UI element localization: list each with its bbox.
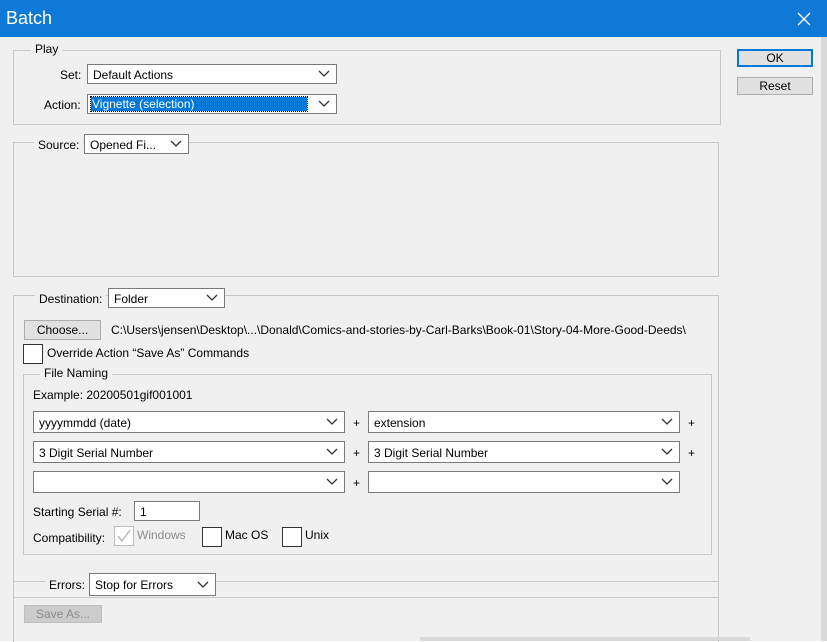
plus-sign: + (688, 416, 696, 430)
set-dropdown[interactable]: Default Actions (87, 64, 337, 84)
macos-checkbox[interactable] (202, 527, 222, 547)
source-label: Source: (34, 138, 84, 152)
window-edge (821, 37, 827, 641)
errors-dropdown[interactable]: Stop for Errors (89, 573, 216, 596)
naming-row1-left-value: yyyymmdd (date) (39, 416, 132, 430)
chevron-down-icon (206, 294, 218, 301)
windows-checkbox[interactable] (114, 526, 134, 546)
chevron-down-icon (318, 100, 330, 107)
errors-label: Errors: (45, 578, 89, 592)
destination-path: C:\Users\jensen\Desktop\...\Donald\Comic… (111, 323, 686, 337)
reset-button[interactable]: Reset (737, 77, 813, 95)
ok-button[interactable]: OK (737, 49, 813, 67)
close-icon (797, 12, 811, 25)
chevron-down-icon (197, 581, 209, 588)
source-dropdown[interactable]: Opened Fi... (84, 134, 189, 154)
naming-row2-left-dropdown[interactable]: 3 Digit Serial Number (33, 441, 345, 463)
windows-label: Windows (137, 528, 186, 542)
file-naming-legend: File Naming (40, 366, 113, 380)
background-window-edge (420, 637, 750, 641)
chevron-down-icon (326, 448, 338, 455)
action-label: Action: (44, 98, 81, 112)
chevron-down-icon (326, 478, 338, 485)
choose-button[interactable]: Choose... (24, 320, 101, 340)
unix-checkbox[interactable] (282, 527, 302, 547)
source-value: Opened Fi... (90, 138, 157, 152)
action-dropdown[interactable]: Vignette (selection) (87, 94, 337, 114)
naming-row2-right-dropdown[interactable]: 3 Digit Serial Number (368, 441, 680, 463)
action-value: Vignette (selection) (90, 96, 308, 112)
starting-serial-label: Starting Serial #: (33, 505, 122, 519)
naming-row3-right-dropdown[interactable] (368, 471, 680, 493)
dialog-body: Play Set: Default Actions Action: Vignet… (0, 37, 827, 642)
naming-row1-left-dropdown[interactable]: yyyymmdd (date) (33, 411, 345, 433)
naming-row1-right-value: extension (374, 416, 426, 430)
naming-row2-left-value: 3 Digit Serial Number (39, 446, 154, 460)
set-label: Set: (60, 68, 82, 82)
starting-serial-value: 1 (140, 505, 147, 519)
compatibility-label: Compatibility: (33, 531, 106, 545)
naming-row1-right-dropdown[interactable]: extension (368, 411, 680, 433)
source-group (13, 142, 719, 277)
chevron-down-icon (170, 140, 182, 147)
close-button[interactable] (781, 0, 827, 37)
plus-sign: + (353, 416, 361, 430)
set-value: Default Actions (93, 68, 174, 82)
override-save-as-label: Override Action “Save As” Commands (47, 346, 250, 360)
starting-serial-input[interactable]: 1 (134, 501, 200, 521)
chevron-down-icon (661, 478, 673, 485)
file-naming-example: Example: 20200501gif001001 (33, 388, 193, 402)
play-legend: Play (31, 42, 63, 56)
destination-label: Destination: (35, 292, 107, 306)
macos-label: Mac OS (225, 528, 269, 542)
chevron-down-icon (661, 448, 673, 455)
destination-dropdown[interactable]: Folder (108, 288, 225, 308)
destination-value: Folder (114, 292, 149, 306)
plus-sign: + (688, 446, 696, 460)
unix-label: Unix (305, 528, 330, 542)
naming-row3-left-dropdown[interactable] (33, 471, 345, 493)
errors-value: Stop for Errors (95, 578, 174, 592)
window-title: Batch (6, 8, 53, 28)
title-bar: Batch (0, 0, 827, 37)
override-save-as-checkbox[interactable] (23, 344, 43, 364)
chevron-down-icon (326, 418, 338, 425)
save-as-button[interactable]: Save As... (24, 605, 102, 623)
plus-sign: + (353, 476, 361, 490)
chevron-down-icon (661, 418, 673, 425)
naming-row2-right-value: 3 Digit Serial Number (374, 446, 489, 460)
chevron-down-icon (318, 70, 330, 77)
checkmark-icon (117, 529, 131, 543)
plus-sign: + (353, 446, 361, 460)
